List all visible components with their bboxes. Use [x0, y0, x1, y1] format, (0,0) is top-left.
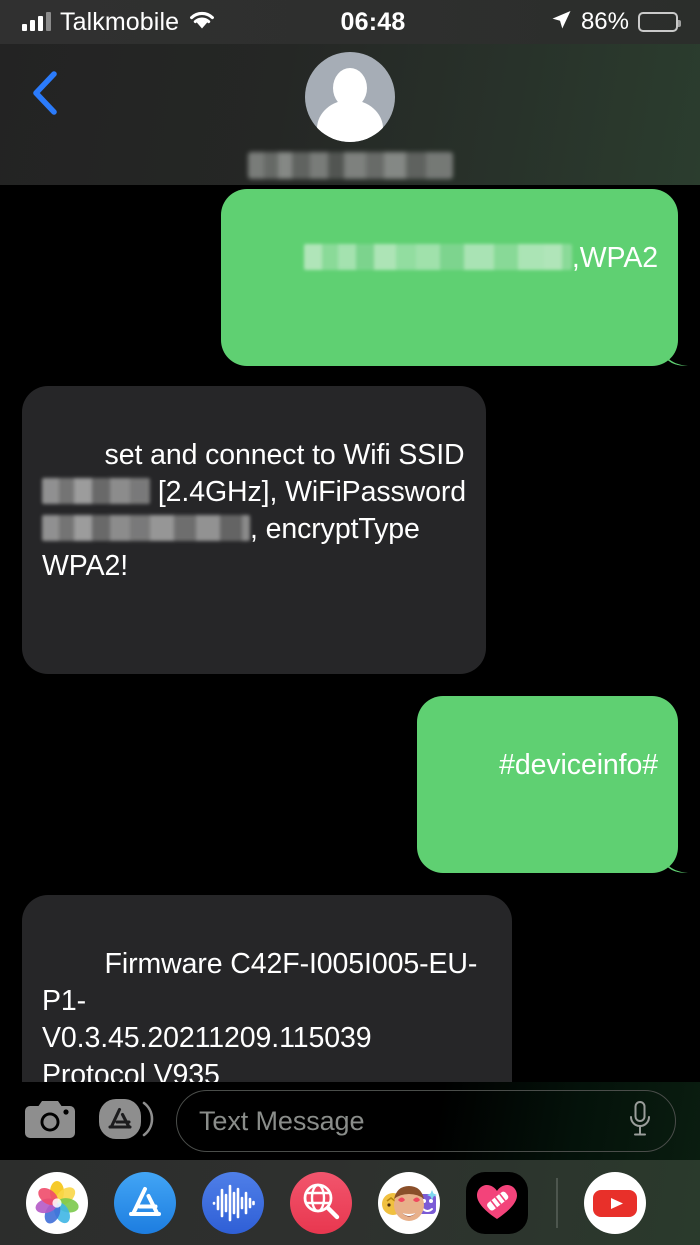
message-bubble-outgoing[interactable]: #deviceinfo#: [416, 696, 678, 873]
fitness-app-icon[interactable]: [466, 1171, 528, 1234]
status-bar: Talkmobile 06:48 86%: [0, 0, 700, 44]
digital-touch-app-icon[interactable]: [202, 1171, 264, 1234]
carrier-label: Talkmobile: [60, 7, 180, 36]
youtube-app-icon[interactable]: [584, 1171, 646, 1234]
contact-name-redacted: [redacted]: [247, 152, 453, 179]
app-store-icon: [98, 1096, 154, 1147]
camera-icon: [24, 1097, 76, 1146]
message-input-placeholder: Text Message: [199, 1105, 365, 1136]
redacted-ssid: [42, 478, 150, 505]
status-bar-right: 86%: [550, 8, 681, 36]
app-store-app-icon[interactable]: [114, 1171, 176, 1234]
message-text: [2.4GHz], WiFiPassword: [157, 476, 467, 508]
photos-app-icon[interactable]: [26, 1171, 88, 1234]
message-row: #deviceinfo#: [0, 696, 700, 873]
app-store-button[interactable]: [98, 1096, 154, 1147]
bubble-tail-icon: [660, 845, 690, 873]
message-row: redaction ,WPA2: [0, 189, 700, 366]
redacted-password: [42, 515, 250, 542]
memoji-stickers-app-icon[interactable]: [378, 1171, 440, 1234]
status-bar-left: Talkmobile: [22, 8, 216, 37]
bubble-tail-icon: [10, 646, 40, 674]
battery-icon: [638, 12, 681, 32]
redacted-text: redaction: [303, 244, 572, 271]
conversation-header: [redacted]: [0, 44, 700, 185]
message-list[interactable]: redaction ,WPA2 set and connect to Wifi …: [0, 185, 700, 1245]
bubble-tail-icon: [660, 338, 690, 366]
message-bubble-outgoing[interactable]: redaction ,WPA2: [221, 189, 678, 366]
cellular-bars-icon: [22, 12, 51, 31]
person-avatar-icon[interactable]: [305, 52, 395, 142]
message-text: #deviceinfo#: [499, 749, 658, 781]
message-input-field[interactable]: Text Message: [176, 1090, 676, 1152]
contact-header[interactable]: [redacted]: [0, 52, 700, 179]
images-search-app-icon[interactable]: [290, 1171, 352, 1234]
imessage-app-drawer[interactable]: [0, 1160, 700, 1245]
microphone-icon[interactable]: [627, 1100, 653, 1143]
message-text: ,WPA2: [571, 242, 658, 274]
location-arrow-icon: [550, 9, 572, 36]
message-bubble-incoming[interactable]: set and connect to Wifi SSID [2.4GHz], W…: [22, 386, 487, 674]
composer-bar: Text Message: [0, 1082, 700, 1160]
status-bar-clock: 06:48: [340, 7, 406, 36]
drawer-divider: [556, 1177, 558, 1228]
messages-screen: Talkmobile 06:48 86% ,WPA2 set and conne…: [0, 0, 700, 1245]
battery-percent-label: 86%: [580, 8, 629, 35]
message-text: set and connect to Wifi SSID: [104, 439, 465, 471]
message-row: set and connect to Wifi SSID [2.4GHz], W…: [0, 386, 700, 674]
camera-button[interactable]: [24, 1097, 76, 1146]
avatar-body: [317, 100, 383, 142]
